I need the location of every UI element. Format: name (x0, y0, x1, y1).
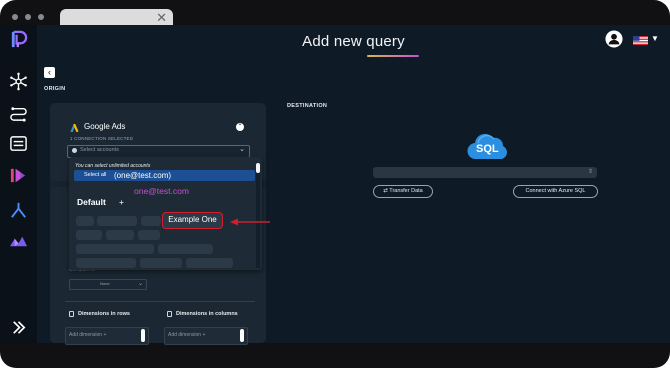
window-dot[interactable] (38, 14, 44, 20)
example-one-option[interactable]: Example One (162, 212, 223, 229)
annotation-arrow-icon (230, 218, 270, 226)
browser-tab[interactable]: ✕ (60, 9, 173, 26)
user-avatar-icon[interactable] (605, 30, 623, 48)
account-chip[interactable] (76, 230, 102, 240)
dropdown-scrollbar-track[interactable] (256, 163, 260, 268)
connect-azure-sql-button[interactable]: Connect with Azure SQL (513, 185, 598, 198)
unlimited-note: You can select unlimited accounts (75, 163, 151, 169)
account-chip[interactable] (76, 244, 154, 254)
account-chip[interactable] (141, 216, 161, 226)
close-icon[interactable]: ✕ (156, 9, 167, 26)
title-underline (367, 55, 419, 57)
logo-icon[interactable] (9, 30, 28, 49)
default-group-plus[interactable]: + (119, 197, 124, 207)
dimensions-columns-box: Add dimension + (164, 327, 248, 345)
back-button[interactable]: ‹ (44, 67, 55, 78)
media-icon[interactable] (9, 166, 28, 185)
google-ads-icon (70, 124, 79, 132)
account-chip[interactable] (186, 258, 233, 268)
account-email-group[interactable]: one@test.com (134, 186, 189, 196)
chevron-down-icon[interactable]: ▼ (651, 34, 659, 43)
dimensions-columns-label: Dimensions in columns (176, 311, 238, 317)
destination-label: DESTINATION (287, 103, 328, 109)
dropdown-scrollbar-thumb[interactable] (256, 163, 260, 173)
select-all-email: (one@test.com) (114, 171, 172, 180)
transfers-icon[interactable] (9, 103, 28, 122)
account-select-placeholder: Select accounts (80, 147, 119, 153)
accounts-dropdown: You can select unlimited accounts Select… (69, 157, 262, 270)
add-dimension-columns-button[interactable]: Add dimension + (168, 332, 205, 338)
account-chip[interactable] (138, 230, 160, 240)
sql-logo-text: SQL (476, 143, 499, 155)
select-all-option[interactable]: Select all (one@test.com) (74, 170, 255, 181)
scrollbar[interactable] (240, 329, 244, 342)
divider (65, 301, 255, 302)
window-controls (12, 14, 44, 20)
source-name: Google Ads (84, 122, 126, 131)
dimensions-rows-label: Dimensions in rows (78, 311, 130, 317)
analytics-icon[interactable] (9, 232, 28, 251)
dimensions-rows-box: Add dimension + (65, 327, 149, 345)
origin-label: ORIGIN (44, 86, 66, 92)
account-chip[interactable] (158, 244, 213, 254)
account-icon (72, 148, 77, 153)
account-chip[interactable] (76, 216, 94, 226)
compare-select[interactable]: None ⌄ (69, 279, 147, 290)
transfer-data-button[interactable]: ⇄ Transfer Data (373, 185, 433, 198)
branch-icon[interactable] (9, 201, 28, 220)
reports-icon[interactable] (9, 134, 28, 153)
add-dimension-rows-button[interactable]: Add dimension + (69, 332, 106, 338)
connection-count: 1 CONNECTION SELECTED (70, 136, 134, 141)
window-dot[interactable] (25, 14, 31, 20)
destination-account-select[interactable]: ⇕ (373, 167, 597, 178)
account-chip[interactable] (140, 258, 182, 268)
sidebar (0, 25, 37, 343)
us-flag-icon[interactable] (633, 36, 648, 45)
collapse-chevron-icon[interactable]: ⌃ (236, 123, 244, 131)
select-all-label: Select all (84, 172, 107, 178)
window-dot[interactable] (12, 14, 18, 20)
chevron-updown-icon[interactable]: ⇕ (588, 168, 593, 175)
account-chip[interactable] (76, 258, 136, 268)
connections-icon[interactable] (9, 72, 28, 91)
rows-icon (69, 311, 74, 317)
chevron-down-icon[interactable]: ⌄ (239, 145, 245, 153)
chevron-down-icon[interactable]: ⌄ (138, 280, 143, 287)
scrollbar[interactable] (141, 329, 145, 342)
app-frame: ✕ Add new query ▼ ‹ ORIGIN DESTINATION G… (0, 0, 670, 368)
columns-icon (167, 311, 172, 317)
account-chip[interactable] (106, 230, 134, 240)
expand-sidebar-icon[interactable] (9, 318, 28, 337)
default-group-label[interactable]: Default (77, 197, 106, 207)
account-chip[interactable] (97, 216, 137, 226)
page-title: Add new query (302, 33, 405, 50)
compare-value: None (100, 281, 110, 286)
